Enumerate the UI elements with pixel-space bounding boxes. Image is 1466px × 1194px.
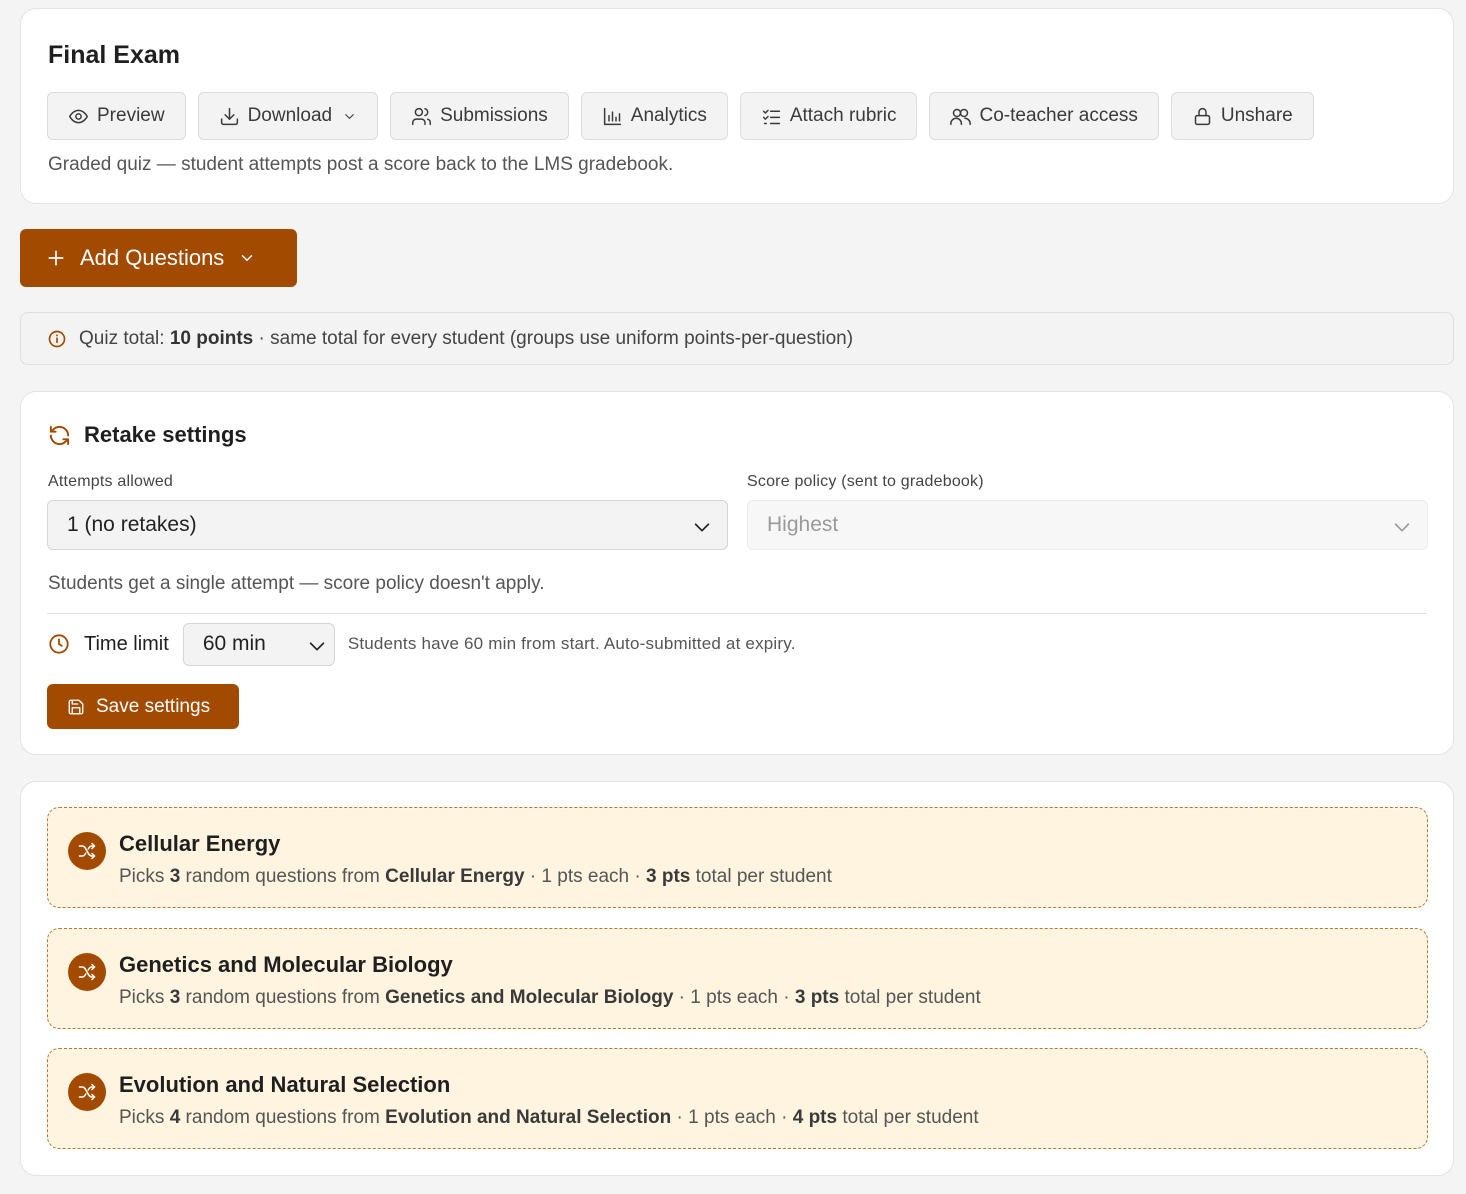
time-limit-label: Time limit: [84, 632, 169, 655]
shuffle-badge: [68, 953, 106, 991]
chevron-down-icon: [345, 113, 354, 119]
plus-icon: [48, 250, 64, 266]
add-questions-button[interactable]: Add Questions: [20, 229, 297, 287]
group-picks: Picks: [119, 866, 165, 887]
chevron-down-icon: [242, 255, 253, 262]
score-policy-value: Highest: [767, 513, 839, 536]
group-name: Evolution and Natural Selection: [119, 1072, 451, 1097]
download-button[interactable]: Download: [197, 92, 379, 140]
shuffle-icon: [78, 963, 96, 981]
co-teacher-access-button[interactable]: Co-teacher access: [929, 92, 1159, 140]
group-tail: total per student: [844, 987, 981, 1008]
time-limit-select[interactable]: 60 min: [182, 622, 335, 666]
page-title: Final Exam: [48, 41, 180, 69]
question-group[interactable]: Evolution and Natural Selection Picks 4 …: [47, 1048, 1428, 1149]
attempts-allowed-select[interactable]: 1 (no retakes): [47, 500, 728, 550]
analytics-button[interactable]: Analytics: [580, 92, 728, 140]
group-total: 3 pts: [794, 987, 840, 1008]
group-source: Evolution and Natural Selection: [385, 1107, 672, 1128]
group-each: · 1 pts each ·: [676, 1107, 788, 1128]
chevron-down-icon: [309, 641, 325, 650]
add-questions-label: Add Questions: [80, 245, 225, 270]
group-count: 4: [169, 1107, 181, 1128]
group-tail: total per student: [695, 866, 832, 887]
info-icon: [48, 330, 66, 347]
group-tail: total per student: [842, 1107, 979, 1128]
shuffle-icon: [78, 1083, 96, 1101]
question-group[interactable]: Cellular Energy Picks 3 random questions…: [47, 807, 1428, 908]
group-each: · 1 pts each ·: [678, 987, 790, 1008]
preview-button[interactable]: Preview: [47, 92, 186, 140]
save-icon: [68, 699, 84, 714]
user-group-icon: [950, 108, 972, 125]
retake-settings-title: Retake settings: [84, 422, 247, 447]
group-name: Genetics and Molecular Biology: [119, 952, 453, 977]
question-group[interactable]: Genetics and Molecular Biology Picks 3 r…: [47, 928, 1428, 1029]
quiz-header-card: Final Exam Preview Download Submissions …: [20, 8, 1454, 204]
shuffle-badge: [68, 832, 106, 870]
score-policy-label: Score policy (sent to gradebook): [747, 473, 984, 490]
group-from: random questions from: [185, 1107, 380, 1128]
unshare-label: Unshare: [1220, 105, 1293, 126]
users-icon: [412, 107, 432, 125]
chevron-down-icon: [1394, 523, 1410, 532]
bar-chart-icon: [603, 107, 621, 125]
refresh-icon: [49, 425, 70, 445]
preview-label: Preview: [97, 105, 165, 126]
quiz-total-text: Quiz total: 10 points · same total for e…: [79, 328, 853, 350]
quiz-total-info: Quiz total: 10 points · same total for e…: [20, 312, 1454, 365]
quiz-description: Graded quiz — student attempts post a sc…: [48, 154, 674, 175]
submissions-button[interactable]: Submissions: [390, 92, 569, 140]
submissions-label: Submissions: [440, 105, 548, 126]
time-limit-note: Students have 60 min from start. Auto-su…: [347, 634, 796, 653]
quiz-total-suffix: · same total for every student (groups u…: [258, 327, 854, 349]
question-groups-card: Cellular Energy Picks 3 random questions…: [20, 781, 1454, 1176]
attach-rubric-label: Attach rubric: [789, 105, 897, 126]
group-source: Genetics and Molecular Biology: [385, 987, 674, 1008]
score-policy-select: Highest: [747, 500, 1428, 550]
attempts-note: Students get a single attempt — score po…: [48, 573, 545, 594]
checklist-icon: [762, 109, 780, 124]
save-settings-label: Save settings: [96, 695, 211, 717]
group-from: random questions from: [185, 987, 380, 1008]
group-each: · 1 pts each ·: [529, 866, 641, 887]
group-count: 3: [169, 866, 181, 887]
chevron-down-icon: [694, 523, 710, 532]
time-limit-row: Time limit 60 min Students have 60 min f…: [48, 622, 796, 666]
shuffle-badge: [68, 1073, 106, 1111]
download-icon: [220, 107, 238, 125]
group-description: Picks 3 random questions from Genetics a…: [119, 987, 981, 1009]
group-count: 3: [169, 987, 181, 1008]
eye-icon: [69, 109, 88, 123]
save-settings-button[interactable]: Save settings: [47, 684, 239, 729]
download-label: Download: [247, 105, 333, 126]
time-limit-value: 60 min: [202, 632, 266, 655]
group-from: random questions from: [185, 866, 380, 887]
group-picks: Picks: [119, 1107, 165, 1128]
clock-icon: [49, 634, 69, 654]
attempts-allowed-value: 1 (no retakes): [67, 513, 197, 536]
analytics-label: Analytics: [630, 105, 707, 126]
attempts-allowed-label: Attempts allowed: [48, 473, 174, 490]
group-description: Picks 4 random questions from Evolution …: [119, 1107, 979, 1129]
group-name: Cellular Energy: [119, 831, 281, 856]
retake-settings-heading: Retake settings: [48, 422, 247, 448]
quiz-total-points: 10 points: [169, 327, 254, 349]
retake-settings-card: Retake settings Attempts allowed 1 (no r…: [20, 391, 1454, 755]
shuffle-icon: [78, 842, 96, 860]
group-total: 3 pts: [646, 866, 691, 887]
unshare-button[interactable]: Unshare: [1170, 92, 1314, 140]
group-description: Picks 3 random questions from Cellular E…: [119, 866, 832, 888]
group-picks: Picks: [119, 987, 165, 1008]
lock-icon: [1194, 107, 1211, 125]
co-teacher-access-label: Co-teacher access: [979, 105, 1138, 126]
divider: [47, 613, 1427, 614]
quiz-total-prefix: Quiz total:: [79, 327, 165, 349]
attach-rubric-button[interactable]: Attach rubric: [739, 92, 918, 140]
group-source: Cellular Energy: [385, 866, 525, 887]
quiz-toolbar: Preview Download Submissions Analytics A…: [47, 92, 1314, 140]
group-total: 4 pts: [792, 1107, 838, 1128]
